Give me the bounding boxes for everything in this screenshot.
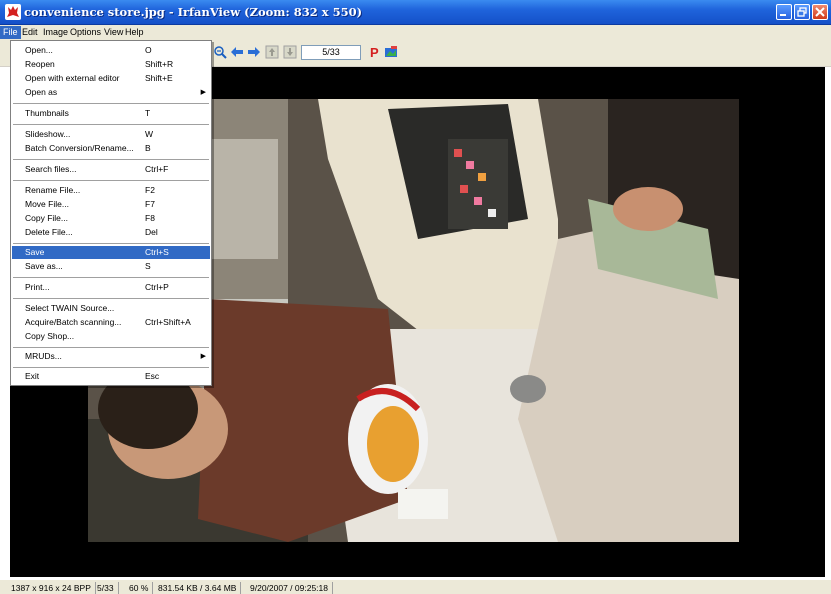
menu-edit[interactable]: Edit [19, 26, 41, 39]
file-menu-dropdown: Open... O Reopen Shift+R Open with externa… [10, 40, 212, 386]
menu-item-copy-shop[interactable]: Copy Shop... [12, 330, 210, 343]
menu-item-delete-file[interactable]: Delete File... Del [12, 226, 210, 239]
last-file-icon[interactable] [283, 45, 297, 59]
paint-icon[interactable]: P [368, 45, 382, 59]
minimize-button[interactable] [776, 4, 792, 20]
menu-item-mruds[interactable]: MRUDs... ▶ [12, 350, 210, 363]
menu-item-save-as[interactable]: Save as... S [12, 260, 210, 273]
submenu-arrow-icon: ▶ [200, 89, 206, 96]
irfanview-red-cat-icon [5, 4, 21, 20]
menu-item-open-external-editor[interactable]: Open with external editor Shift+E [12, 72, 210, 85]
menu-help[interactable]: Help [122, 26, 147, 39]
restore-icon [797, 7, 807, 17]
status-zoom: 60 % [129, 582, 154, 594]
submenu-arrow-icon: ▶ [200, 353, 206, 360]
menu-separator [13, 243, 209, 244]
menu-item-batch-conversion[interactable]: Batch Conversion/Rename... B [12, 142, 210, 155]
status-file-size: 831.54 KB / 3.64 MB [158, 582, 242, 594]
next-icon[interactable] [247, 45, 261, 59]
menu-item-move-file[interactable]: Move File... F7 [12, 198, 210, 211]
menu-separator [13, 277, 209, 278]
title-bar: convenience store.jpg - IrfanView (Zoom:… [0, 0, 831, 25]
irfanview-icon[interactable] [384, 45, 398, 59]
first-file-icon[interactable] [265, 45, 279, 59]
status-bar: 1387 x 916 x 24 BPP 5/33 60 % 831.54 KB … [0, 579, 831, 594]
menu-item-open[interactable]: Open... O [12, 44, 210, 57]
menu-bar: File Edit Image Options View Help [0, 25, 831, 40]
menu-item-thumbnails[interactable]: Thumbnails T [12, 107, 210, 120]
minimize-icon [780, 14, 786, 16]
page-counter[interactable]: 5/33 [301, 45, 361, 60]
menu-separator [13, 103, 209, 104]
menu-item-reopen[interactable]: Reopen Shift+R [12, 58, 210, 71]
menu-separator [13, 180, 209, 181]
menu-item-rename-file[interactable]: Rename File... F2 [12, 184, 210, 197]
menu-item-slideshow[interactable]: Slideshow... W [12, 128, 210, 141]
menu-item-copy-file[interactable]: Copy File... F8 [12, 212, 210, 225]
menu-item-search-files[interactable]: Search files... Ctrl+F [12, 163, 210, 176]
close-button[interactable] [812, 4, 828, 20]
window-title: convenience store.jpg - IrfanView (Zoom:… [24, 5, 363, 19]
menu-separator [13, 124, 209, 125]
previous-icon[interactable] [230, 45, 244, 59]
status-index: 5/33 [97, 582, 119, 594]
menu-item-select-twain-source[interactable]: Select TWAIN Source... [12, 302, 210, 315]
menu-separator [13, 367, 209, 368]
restore-button[interactable] [794, 4, 810, 20]
svg-text:P: P [370, 45, 379, 59]
menu-separator [13, 347, 209, 348]
menu-item-exit[interactable]: Exit Esc [12, 370, 210, 383]
menu-separator [13, 298, 209, 299]
menu-item-acquire-batch-scanning[interactable]: Acquire/Batch scanning... Ctrl+Shift+A [12, 316, 210, 329]
menu-file[interactable]: File [0, 26, 21, 39]
menu-options[interactable]: Options [67, 26, 104, 39]
menu-item-print[interactable]: Print... Ctrl+P [12, 281, 210, 294]
status-dimensions: 1387 x 916 x 24 BPP [11, 582, 96, 594]
close-icon [815, 7, 825, 17]
menu-item-save[interactable]: Save Ctrl+S [12, 246, 210, 259]
menu-item-open-as[interactable]: Open as ▶ [12, 86, 210, 99]
status-datetime: 9/20/2007 / 09:25:18 [250, 582, 333, 594]
zoom-out-icon[interactable] [213, 45, 227, 59]
menu-separator [13, 159, 209, 160]
